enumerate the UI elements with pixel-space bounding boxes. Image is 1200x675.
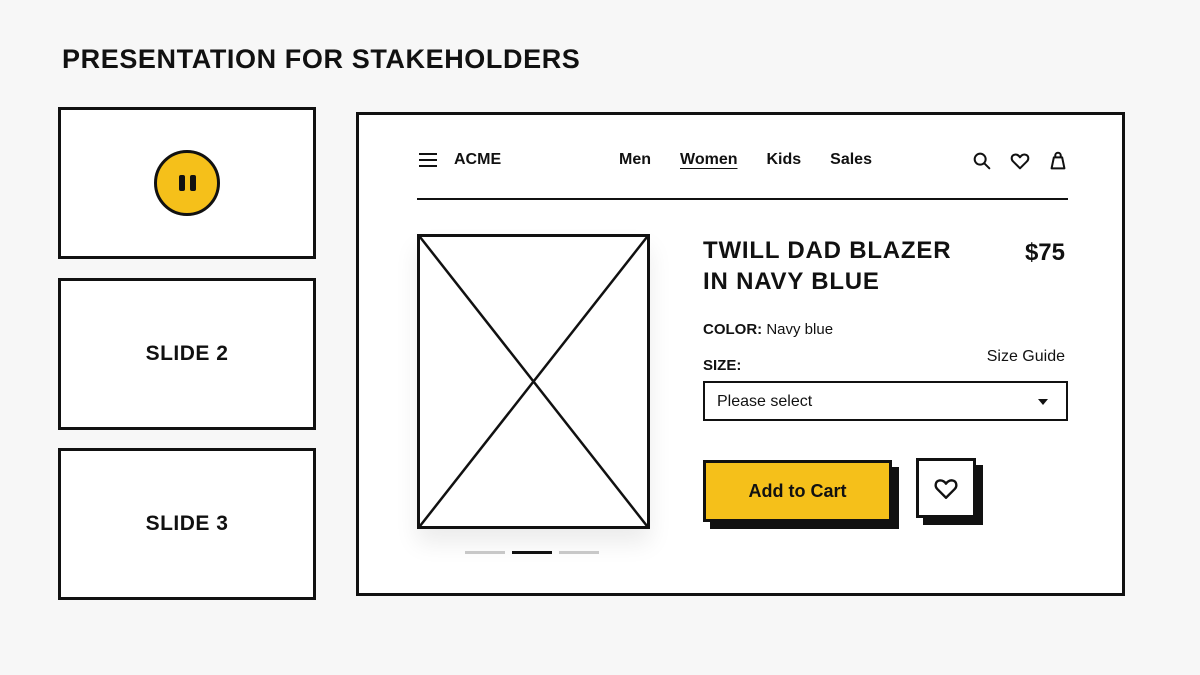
size-select-placeholder: Please select xyxy=(717,393,813,410)
wireframe-slide: ACME Men Women Kids Sales TWILL DAD BLAZ… xyxy=(356,112,1125,596)
pause-button[interactable] xyxy=(154,150,220,216)
product-image-placeholder[interactable] xyxy=(417,234,650,529)
slide-label: SLIDE 2 xyxy=(145,342,229,365)
carousel-dot[interactable] xyxy=(559,551,599,554)
nav-link-women[interactable]: Women xyxy=(680,151,737,169)
nav-links: Men Women Kids Sales xyxy=(619,151,872,169)
nav-icons xyxy=(971,150,1069,172)
size-guide-link[interactable]: Size Guide xyxy=(987,348,1065,366)
image-placeholder-icon xyxy=(420,237,647,526)
site-nav: ACME Men Women Kids Sales xyxy=(419,151,1069,175)
product-price: $75 xyxy=(1024,239,1065,266)
color-label: COLOR: xyxy=(703,321,763,338)
add-to-cart-button[interactable]: Add to Cart xyxy=(703,460,892,522)
pause-icon xyxy=(178,175,185,191)
hamburger-menu-icon[interactable] xyxy=(419,153,437,167)
slide-thumbnail-2[interactable]: SLIDE 2 xyxy=(58,278,316,430)
pause-icon xyxy=(189,175,196,191)
slide-thumbnail-1[interactable] xyxy=(58,107,316,259)
nav-link-men[interactable]: Men xyxy=(619,151,651,169)
carousel-dot-active[interactable] xyxy=(512,551,552,554)
size-label: SIZE: xyxy=(703,357,742,374)
color-info: COLOR: Navy blue xyxy=(703,321,833,338)
bag-icon[interactable] xyxy=(1047,150,1069,172)
slide-label: SLIDE 3 xyxy=(145,512,229,535)
size-select[interactable]: Please select xyxy=(703,381,1068,421)
brand-logo[interactable]: ACME xyxy=(454,151,501,169)
color-value: Navy blue xyxy=(766,321,834,338)
nav-link-sales[interactable]: Sales xyxy=(830,151,872,169)
carousel-dot[interactable] xyxy=(465,551,505,554)
nav-divider xyxy=(417,198,1068,200)
chevron-down-icon xyxy=(1038,399,1048,405)
add-to-wishlist-button[interactable] xyxy=(916,458,976,518)
search-icon[interactable] xyxy=(971,150,993,172)
heart-icon[interactable] xyxy=(1009,150,1031,172)
nav-link-kids[interactable]: Kids xyxy=(766,151,801,169)
slide-thumbnail-3[interactable]: SLIDE 3 xyxy=(58,448,316,600)
product-title: TWILL DAD BLAZER IN NAVY BLUE xyxy=(703,237,952,295)
heart-icon xyxy=(934,479,958,499)
page-title: PRESENTATION FOR STAKEHOLDERS xyxy=(62,44,581,74)
carousel-indicator xyxy=(465,551,599,554)
